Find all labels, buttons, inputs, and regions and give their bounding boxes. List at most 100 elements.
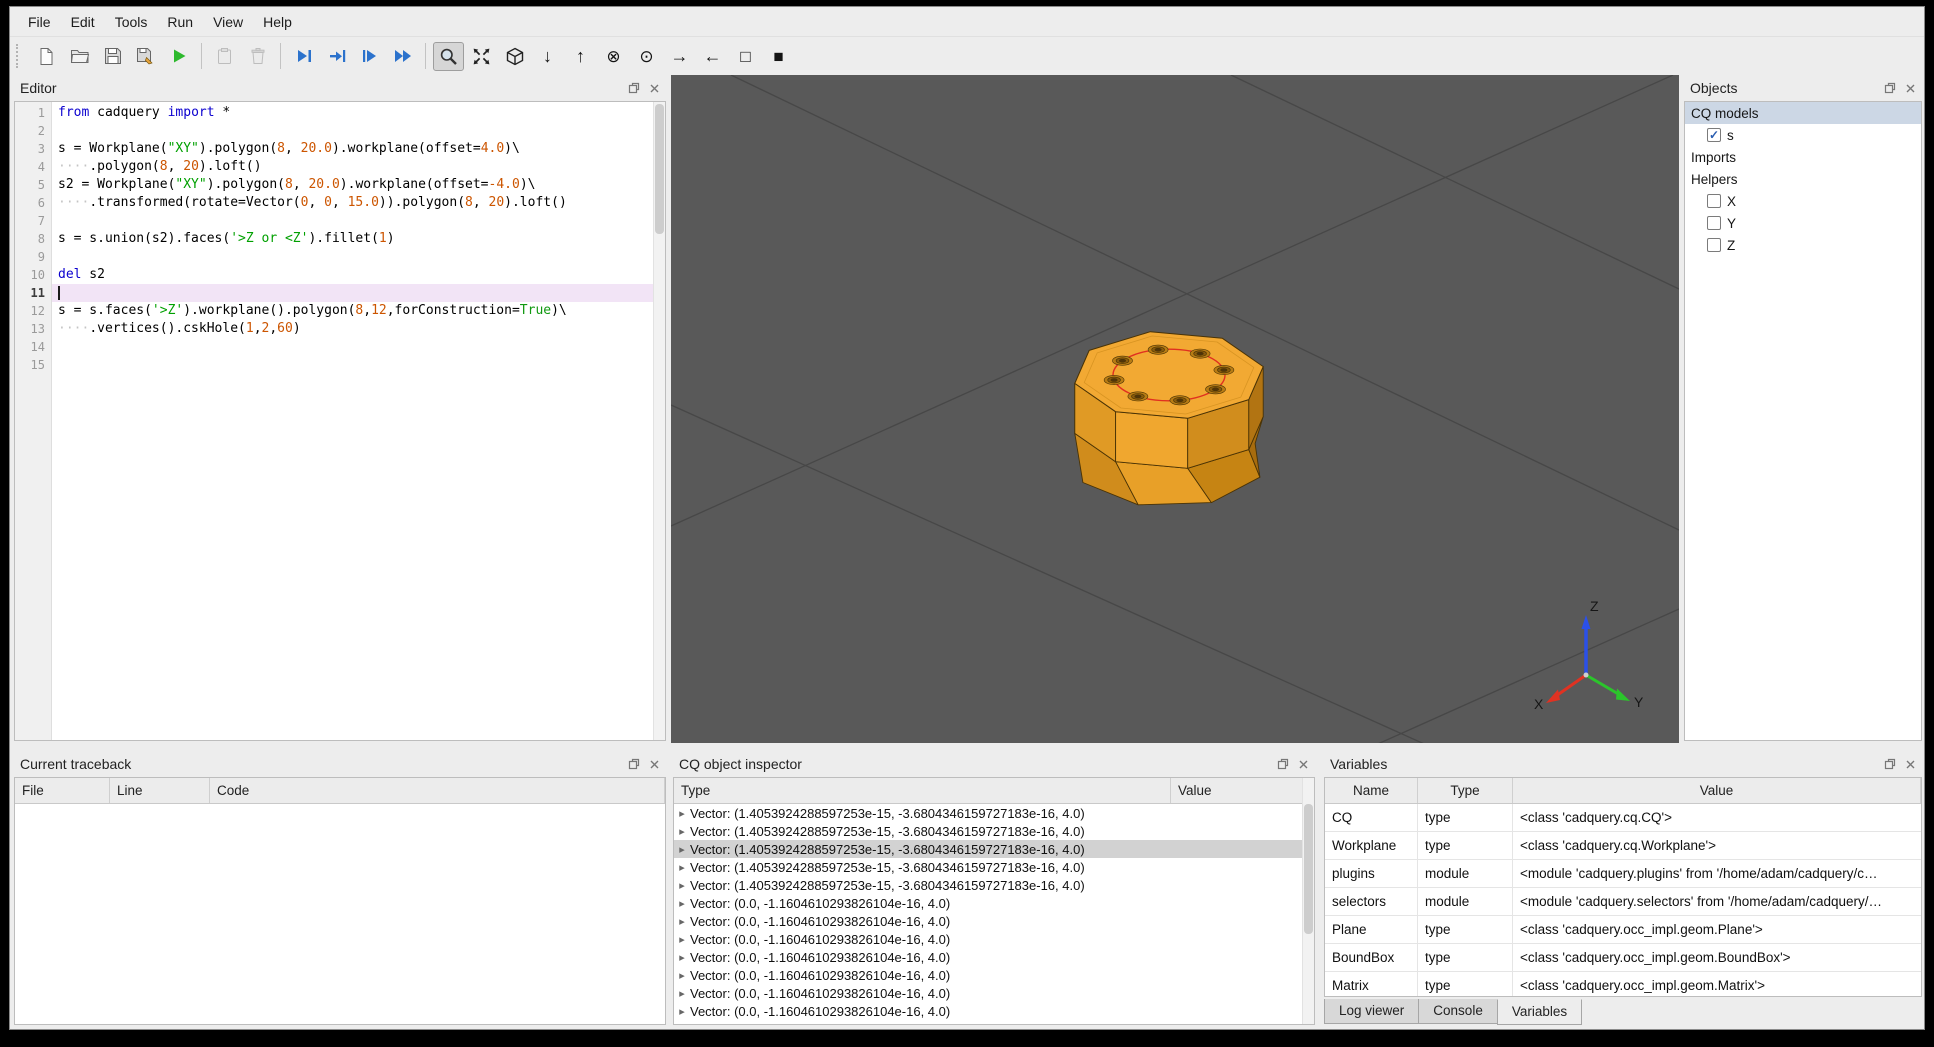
inspector-row[interactable]: ▸ Vector: (0.0, -1.1604610293826104e-16, … — [674, 1002, 1314, 1020]
code-line[interactable]: s = s.union(s2).faces('>Z or <Z').fillet… — [52, 230, 665, 248]
inspector-row[interactable]: ▸ Vector: (0.0, -1.1604610293826104e-16, … — [674, 948, 1314, 966]
inspector-row[interactable]: ▸ Vector: (1.4053924288597253e-15, -3.680… — [674, 840, 1314, 858]
traceback-column-code[interactable]: Code — [210, 778, 665, 803]
variables-row[interactable]: Matrix type <class 'cadquery.occ_impl.geom… — [1325, 972, 1921, 996]
debug-step-into-button[interactable] — [321, 42, 352, 71]
view-right-button[interactable]: → — [664, 42, 695, 71]
close-panel-icon[interactable] — [647, 757, 662, 772]
inspector-row[interactable]: ▸ Vector: (0.0, -1.1604610293826104e-16, … — [674, 930, 1314, 948]
expand-arrow-icon[interactable]: ▸ — [674, 915, 690, 928]
float-panel-icon[interactable] — [1882, 757, 1897, 772]
inspector-row[interactable]: ▸ Vector: (0.0, -1.1604610293826104e-16, … — [674, 984, 1314, 1002]
checkbox-y[interactable] — [1707, 216, 1721, 230]
objects-row-x[interactable]: X — [1685, 190, 1921, 212]
expand-arrow-icon[interactable]: ▸ — [674, 987, 690, 1000]
code-line[interactable] — [52, 212, 665, 230]
code-line[interactable]: del s2 — [52, 266, 665, 284]
debug-step-over-button[interactable] — [354, 42, 385, 71]
close-panel-icon[interactable] — [1296, 757, 1311, 772]
expand-arrow-icon[interactable]: ▸ — [674, 969, 690, 982]
expand-arrow-icon[interactable]: ▸ — [674, 933, 690, 946]
code-line[interactable] — [52, 338, 665, 356]
checkbox-s[interactable] — [1707, 128, 1721, 142]
expand-arrow-icon[interactable]: ▸ — [674, 843, 690, 856]
variables-row[interactable]: CQ type <class 'cadquery.cq.CQ'> — [1325, 804, 1921, 832]
float-panel-icon[interactable] — [626, 757, 641, 772]
code-line[interactable] — [52, 284, 665, 302]
editor-scrollbar[interactable] — [653, 102, 665, 740]
code-editor[interactable]: 1 2 3 4 5 6 7 8 9 10 11 12 13 14 15 from cadquery impo… — [14, 101, 666, 741]
menu-item-tools[interactable]: Tools — [105, 9, 158, 35]
view-top-button[interactable]: ↑ — [565, 42, 596, 71]
code-line[interactable]: from cadquery import * — [52, 104, 665, 122]
close-panel-icon[interactable] — [1903, 81, 1918, 96]
objects-row-imports[interactable]: Imports — [1685, 146, 1921, 168]
code-line[interactable] — [52, 248, 665, 266]
view-bottom-button[interactable]: ↓ — [532, 42, 563, 71]
traceback-column-line[interactable]: Line — [110, 778, 210, 803]
checkbox-z[interactable] — [1707, 238, 1721, 252]
iso-view-button[interactable] — [499, 42, 530, 71]
objects-tree[interactable]: CQ models s Imports Helpers XYZ — [1684, 101, 1922, 741]
delete-button[interactable] — [242, 42, 273, 71]
expand-arrow-icon[interactable]: ▸ — [674, 951, 690, 964]
variables-column-value[interactable]: Value — [1513, 778, 1921, 803]
code-line[interactable]: s = s.faces('>Z').workplane().polygon(8,… — [52, 302, 665, 320]
code-line[interactable] — [52, 122, 665, 140]
paste-button[interactable] — [209, 42, 240, 71]
open-file-button[interactable] — [64, 42, 95, 71]
code-line[interactable]: s2 = Workplane("XY").polygon(8, 20.0).wo… — [52, 176, 665, 194]
shaded-button[interactable]: ■ — [763, 42, 794, 71]
float-panel-icon[interactable] — [626, 81, 641, 96]
tab-console[interactable]: Console — [1418, 999, 1498, 1024]
traceback-column-file[interactable]: File — [15, 778, 110, 803]
inspector-column-value[interactable]: Value — [1171, 778, 1314, 803]
inspector-row[interactable]: ▸ Vector: (1.4053924288597253e-15, -3.680… — [674, 858, 1314, 876]
inspector-scrollbar[interactable] — [1302, 778, 1314, 1024]
inspector-row[interactable]: ▸ Vector: (1.4053924288597253e-15, -3.680… — [674, 822, 1314, 840]
inspector-row[interactable]: ▸ Vector: (0.0, -1.1604610293826104e-16, … — [674, 966, 1314, 984]
expand-arrow-icon[interactable]: ▸ — [674, 825, 690, 838]
menu-item-view[interactable]: View — [203, 9, 253, 35]
tab-variables[interactable]: Variables — [1496, 999, 1583, 1025]
objects-row-z[interactable]: Z — [1685, 234, 1921, 256]
variables-column-type[interactable]: Type — [1418, 778, 1513, 803]
debug-continue-button[interactable] — [387, 42, 418, 71]
scrollbar-thumb[interactable] — [1304, 804, 1313, 934]
expand-arrow-icon[interactable]: ▸ — [674, 879, 690, 892]
menu-item-help[interactable]: Help — [253, 9, 302, 35]
viewport-3d[interactable]: Z X Y — [671, 75, 1679, 743]
code-line[interactable] — [52, 356, 665, 374]
model-3d[interactable] — [1074, 331, 1264, 506]
menu-item-file[interactable]: File — [18, 9, 61, 35]
view-front-button[interactable]: ⊗ — [598, 42, 629, 71]
inspector-row[interactable]: ▸ Vector: (0.0, -1.1604610293826104e-16, … — [674, 912, 1314, 930]
menu-item-edit[interactable]: Edit — [61, 9, 105, 35]
save-button[interactable] — [97, 42, 128, 71]
new-file-button[interactable] — [31, 42, 62, 71]
float-panel-icon[interactable] — [1882, 81, 1897, 96]
code-line[interactable]: s = Workplane("XY").polygon(8, 20.0).wor… — [52, 140, 665, 158]
code-line[interactable]: ····.vertices().cskHole(1,2,60) — [52, 320, 665, 338]
objects-row-helpers[interactable]: Helpers — [1685, 168, 1921, 190]
variables-row[interactable]: BoundBox type <class 'cadquery.occ_impl.ge… — [1325, 944, 1921, 972]
variables-row[interactable]: Workplane type <class 'cadquery.cq.Workpla… — [1325, 832, 1921, 860]
objects-row-s[interactable]: s — [1685, 124, 1921, 146]
variables-row[interactable]: Plane type <class 'cadquery.occ_impl.geom.… — [1325, 916, 1921, 944]
view-left-button[interactable]: ← — [697, 42, 728, 71]
code-area[interactable]: from cadquery import * s = Workplane("XY"… — [52, 102, 665, 740]
tab-log-viewer[interactable]: Log viewer — [1324, 999, 1420, 1024]
close-panel-icon[interactable] — [1903, 757, 1918, 772]
inspector-row[interactable]: ▸ Vector: (1.4053924288597253e-15, -3.680… — [674, 876, 1314, 894]
expand-arrow-icon[interactable]: ▸ — [674, 897, 690, 910]
zoom-button[interactable] — [433, 41, 464, 71]
objects-row-cq-models[interactable]: CQ models — [1685, 102, 1921, 124]
run-button[interactable] — [163, 42, 194, 71]
code-line[interactable]: ····.transformed(rotate=Vector(0, 0, 15.… — [52, 194, 665, 212]
menu-item-run[interactable]: Run — [157, 9, 203, 35]
fit-view-button[interactable] — [466, 42, 497, 71]
view-back-button[interactable]: ⊙ — [631, 42, 662, 71]
code-line[interactable]: ····.polygon(8, 20).loft() — [52, 158, 665, 176]
toolbar-handle[interactable] — [16, 44, 24, 68]
inspector-row[interactable]: ▸ Vector: (0.0, -1.1604610293826104e-16, … — [674, 894, 1314, 912]
